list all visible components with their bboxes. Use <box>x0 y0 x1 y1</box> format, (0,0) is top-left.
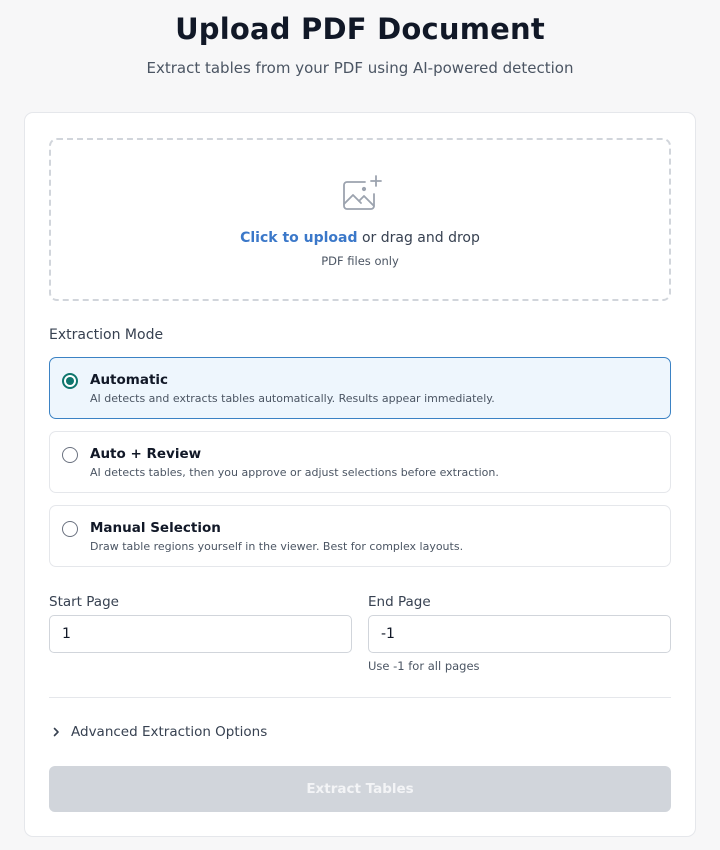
mode-option-automatic[interactable]: Automatic AI detects and extracts tables… <box>49 357 671 419</box>
upload-file-type-hint: PDF files only <box>321 254 399 268</box>
page-subtitle: Extract tables from your PDF using AI-po… <box>146 59 574 77</box>
end-page-label: End Page <box>368 594 431 610</box>
click-to-upload-link[interactable]: Click to upload <box>240 230 357 246</box>
mode-option-title: Auto + Review <box>90 446 202 462</box>
chevron-right-icon <box>53 727 59 737</box>
divider <box>49 697 671 698</box>
start-page-input[interactable] <box>49 615 352 653</box>
upload-card: Click to upload or drag and drop PDF fil… <box>24 112 696 837</box>
advanced-options-label: Advanced Extraction Options <box>71 724 268 740</box>
radio-unselected-icon[interactable] <box>62 521 78 537</box>
mode-option-title: Automatic <box>90 372 169 388</box>
mode-option-description: AI detects and extracts tables automatic… <box>90 392 495 405</box>
advanced-options-toggle[interactable]: Advanced Extraction Options <box>49 721 267 743</box>
end-page-input[interactable] <box>368 615 671 653</box>
upload-dropzone[interactable]: Click to upload or drag and drop PDF fil… <box>49 138 671 301</box>
image-add-icon <box>343 175 382 210</box>
mode-option-manual[interactable]: Manual Selection Draw table regions your… <box>49 505 671 567</box>
upload-instructions: Click to upload or drag and drop <box>51 230 669 246</box>
start-page-label: Start Page <box>49 594 119 610</box>
radio-unselected-icon[interactable] <box>62 447 78 463</box>
drag-drop-text: or drag and drop <box>357 230 480 246</box>
radio-selected-icon[interactable] <box>62 373 78 389</box>
end-page-hint: Use -1 for all pages <box>368 659 480 673</box>
mode-option-description: AI detects tables, then you approve or a… <box>90 466 499 479</box>
mode-option-auto-review[interactable]: Auto + Review AI detects tables, then yo… <box>49 431 671 493</box>
mode-option-description: Draw table regions yourself in the viewe… <box>90 540 464 553</box>
mode-option-title: Manual Selection <box>90 520 221 536</box>
extract-tables-button[interactable]: Extract Tables <box>49 766 671 812</box>
page-title: Upload PDF Document <box>175 12 545 46</box>
extraction-mode-label: Extraction Mode <box>49 327 164 343</box>
